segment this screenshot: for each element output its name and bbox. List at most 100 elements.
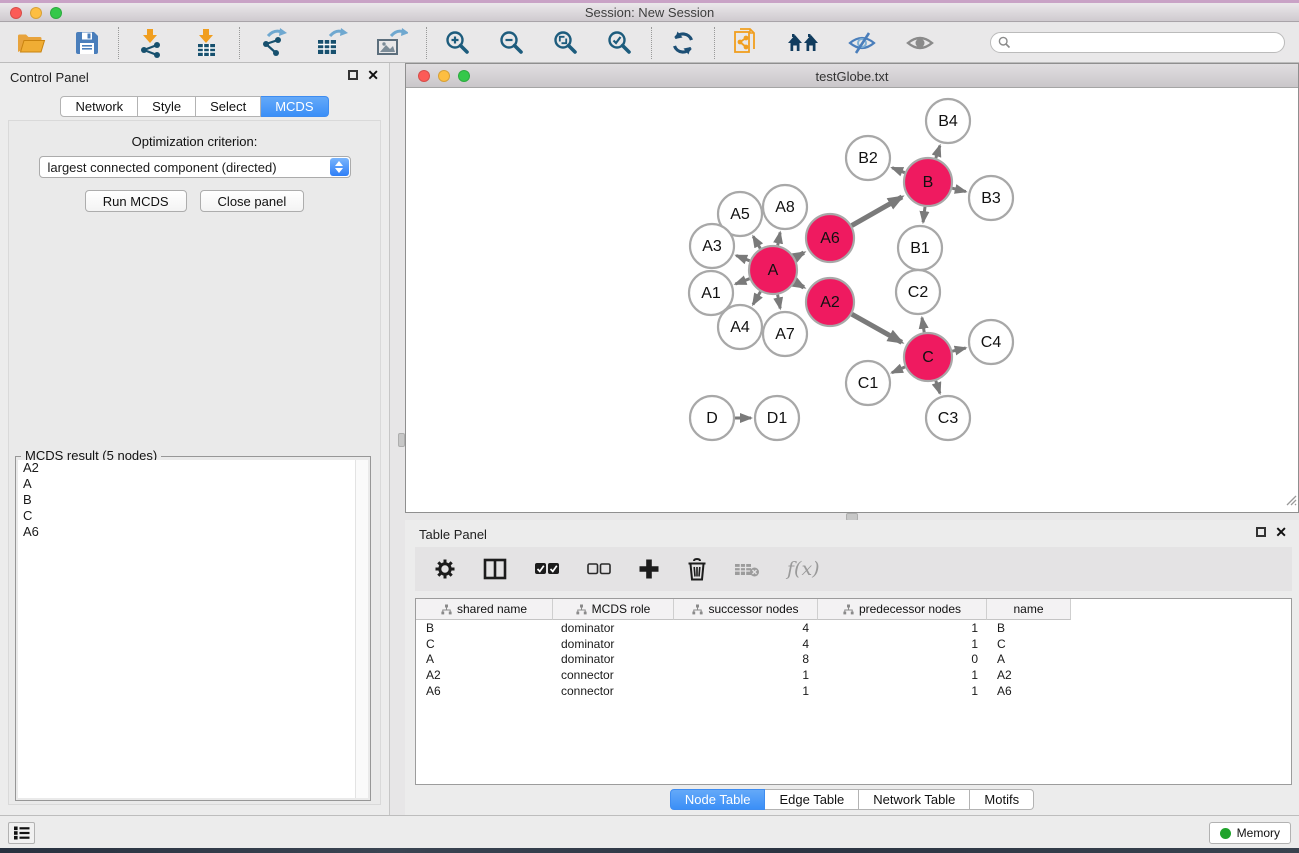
graph-edge-A2-C[interactable] bbox=[852, 314, 902, 342]
tab-network[interactable]: Network bbox=[60, 96, 138, 117]
graph-node-C3[interactable]: C3 bbox=[926, 396, 970, 440]
table-cell[interactable]: A bbox=[416, 652, 553, 666]
add-column-icon[interactable] bbox=[638, 558, 660, 580]
search-input[interactable] bbox=[1015, 34, 1284, 51]
mcds-result-item[interactable]: C bbox=[18, 508, 355, 524]
show-graphics-details-icon[interactable] bbox=[905, 31, 935, 55]
table-cell[interactable]: connector bbox=[553, 668, 674, 682]
graph-edge-B-B1[interactable] bbox=[923, 207, 925, 222]
network-vertical-scrollbar[interactable] bbox=[398, 433, 405, 447]
table-cell[interactable]: A6 bbox=[416, 684, 553, 698]
table-row[interactable]: A6connector11A6 bbox=[416, 683, 1291, 699]
graph-node-A7[interactable]: A7 bbox=[763, 312, 807, 356]
hide-graphics-details-icon[interactable] bbox=[847, 31, 877, 55]
graph-edge-C-C3[interactable] bbox=[936, 381, 940, 394]
table-cell[interactable]: 8 bbox=[674, 652, 818, 666]
tab-edge-table[interactable]: Edge Table bbox=[765, 789, 859, 810]
table-cell[interactable]: dominator bbox=[553, 621, 674, 635]
graph-node-A2[interactable]: A2 bbox=[806, 278, 854, 326]
graph-edge-A-A6[interactable] bbox=[795, 253, 804, 258]
graph-edge-A-A3[interactable] bbox=[736, 256, 750, 261]
graph-edge-C-C2[interactable] bbox=[922, 318, 924, 333]
column-header-predecessor-nodes[interactable]: predecessor nodes bbox=[818, 599, 987, 620]
graph-node-D[interactable]: D bbox=[690, 396, 734, 440]
table-cell[interactable]: 1 bbox=[818, 621, 987, 635]
table-cell[interactable]: connector bbox=[553, 684, 674, 698]
graph-node-B2[interactable]: B2 bbox=[846, 136, 890, 180]
column-view-icon[interactable] bbox=[483, 558, 507, 580]
graph-edge-C-C1[interactable] bbox=[892, 367, 905, 373]
mcds-result-item[interactable]: A2 bbox=[18, 460, 355, 476]
table-cell[interactable]: 0 bbox=[818, 652, 987, 666]
graph-edge-A-A8[interactable] bbox=[778, 233, 780, 246]
column-header-MCDS-role[interactable]: MCDS role bbox=[553, 599, 674, 620]
graph-node-D1[interactable]: D1 bbox=[755, 396, 799, 440]
column-header-successor-nodes[interactable]: successor nodes bbox=[674, 599, 818, 620]
result-list-scrollbar[interactable] bbox=[355, 460, 368, 798]
table-cell[interactable]: A2 bbox=[416, 668, 553, 682]
mcds-result-item[interactable]: A bbox=[18, 476, 355, 492]
zoom-fit-icon[interactable] bbox=[553, 30, 579, 56]
table-cell[interactable]: 1 bbox=[818, 684, 987, 698]
graph-edge-A-A1[interactable] bbox=[735, 279, 749, 284]
table-cell[interactable]: 1 bbox=[818, 637, 987, 651]
deselect-all-checkboxes-icon[interactable] bbox=[587, 563, 611, 575]
zoom-out-icon[interactable] bbox=[499, 30, 525, 56]
open-session-icon[interactable] bbox=[16, 31, 46, 55]
run-mcds-button[interactable]: Run MCDS bbox=[85, 190, 187, 212]
graph-edge-B-B4[interactable] bbox=[936, 146, 940, 159]
graph-edge-A6-B[interactable] bbox=[852, 197, 902, 226]
graph-edge-A-A2[interactable] bbox=[795, 282, 804, 287]
table-cell[interactable]: 4 bbox=[674, 621, 818, 635]
close-table-panel-icon[interactable]: ✕ bbox=[1275, 526, 1287, 538]
export-table-icon[interactable] bbox=[316, 28, 348, 58]
export-image-icon[interactable] bbox=[376, 28, 408, 58]
table-cell[interactable]: B bbox=[987, 621, 1071, 635]
table-cell[interactable]: 1 bbox=[818, 668, 987, 682]
float-panel-icon[interactable] bbox=[348, 70, 358, 80]
network-window-titlebar[interactable]: testGlobe.txt bbox=[406, 64, 1298, 88]
import-table-file-icon[interactable] bbox=[193, 28, 221, 58]
tab-node-table[interactable]: Node Table bbox=[670, 789, 766, 810]
save-session-icon[interactable] bbox=[74, 30, 100, 56]
graph-node-B1[interactable]: B1 bbox=[898, 226, 942, 270]
import-network-file-icon[interactable] bbox=[137, 28, 165, 58]
network-canvas[interactable]: B4B2BB3A5A8A6B1A3AA1C2A2A4A7C4CC1C3DD1 bbox=[406, 88, 1298, 512]
float-table-panel-icon[interactable] bbox=[1256, 527, 1266, 537]
graph-edge-B-B3[interactable] bbox=[952, 188, 966, 191]
criterion-select[interactable]: largest connected component (directed) bbox=[39, 156, 351, 178]
graph-node-B4[interactable]: B4 bbox=[926, 99, 970, 143]
graph-edge-A-A5[interactable] bbox=[753, 236, 760, 248]
mcds-result-item[interactable]: B bbox=[18, 492, 355, 508]
tab-motifs[interactable]: Motifs bbox=[970, 789, 1034, 810]
select-all-checkboxes-icon[interactable] bbox=[534, 562, 560, 576]
graph-node-A[interactable]: A bbox=[749, 246, 797, 294]
table-cell[interactable]: A2 bbox=[987, 668, 1071, 682]
zoom-selected-icon[interactable] bbox=[607, 30, 633, 56]
table-cell[interactable]: 1 bbox=[674, 684, 818, 698]
close-panel-icon[interactable]: ✕ bbox=[367, 69, 379, 81]
table-cell[interactable]: 1 bbox=[674, 668, 818, 682]
tab-mcds[interactable]: MCDS bbox=[261, 96, 328, 117]
table-row[interactable]: A2connector11A2 bbox=[416, 667, 1291, 683]
graph-edge-C-C4[interactable] bbox=[952, 348, 965, 351]
tab-select[interactable]: Select bbox=[196, 96, 261, 117]
refresh-layout-icon[interactable] bbox=[670, 30, 696, 56]
graph-edge-B-B2[interactable] bbox=[892, 168, 905, 173]
table-cell[interactable]: dominator bbox=[553, 637, 674, 651]
table-row[interactable]: Cdominator41C bbox=[416, 636, 1291, 652]
window-resize-grip[interactable] bbox=[1284, 493, 1297, 511]
graph-node-C4[interactable]: C4 bbox=[969, 320, 1013, 364]
memory-button[interactable]: Memory bbox=[1209, 822, 1291, 844]
tab-network-table[interactable]: Network Table bbox=[859, 789, 970, 810]
task-history-button[interactable] bbox=[8, 822, 35, 844]
mcds-result-item[interactable]: A6 bbox=[18, 524, 355, 540]
table-row[interactable]: Adominator80A bbox=[416, 651, 1291, 667]
graph-node-A6[interactable]: A6 bbox=[806, 214, 854, 262]
close-panel-button[interactable]: Close panel bbox=[200, 190, 305, 212]
column-header-shared-name[interactable]: shared name bbox=[416, 599, 553, 620]
table-cell[interactable]: A bbox=[987, 652, 1071, 666]
copy-network-icon[interactable] bbox=[733, 28, 759, 58]
table-cell[interactable]: dominator bbox=[553, 652, 674, 666]
graph-node-A3[interactable]: A3 bbox=[690, 224, 734, 268]
